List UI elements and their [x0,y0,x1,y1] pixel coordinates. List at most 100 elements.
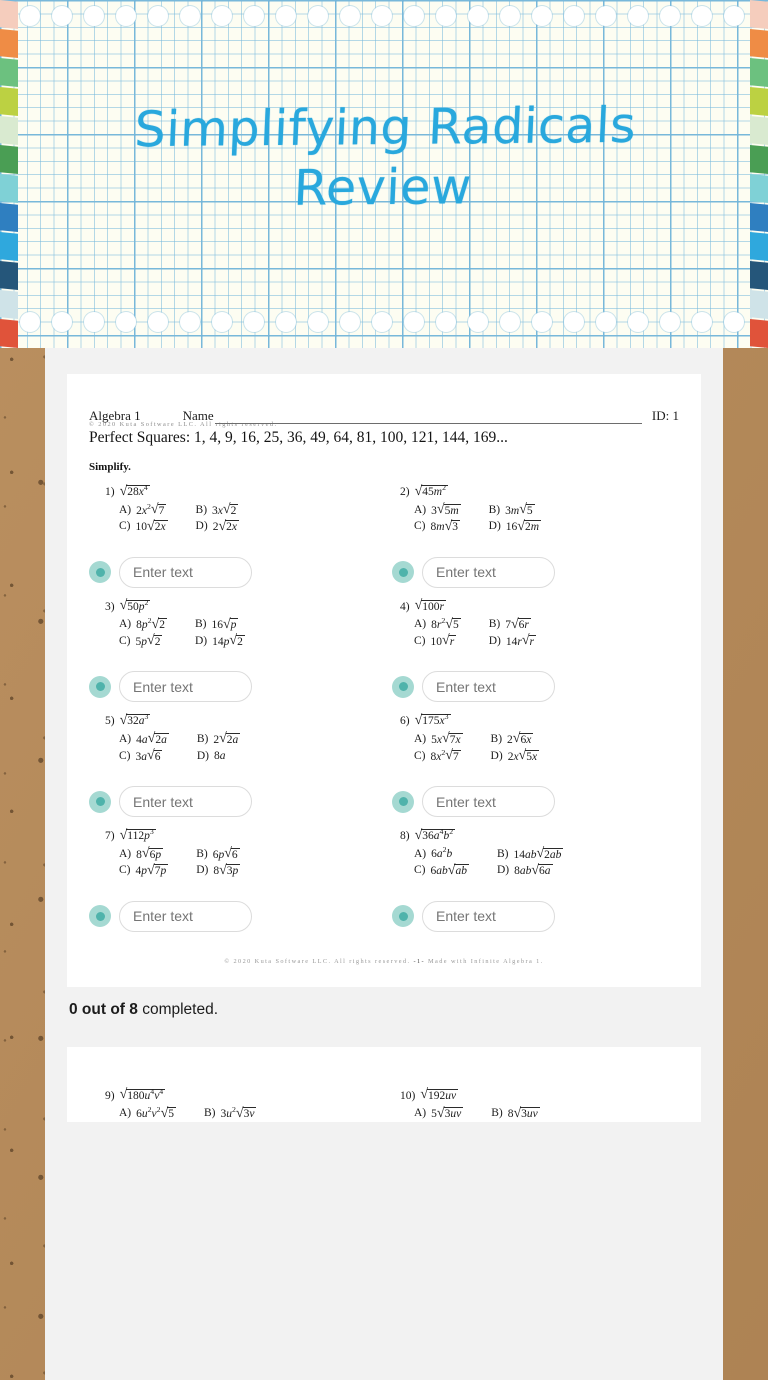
answer-choice[interactable]: A) 8p2 √ 2 [119,616,167,633]
answer-choice[interactable]: C) 5p √ 2 [119,634,167,650]
worksheet-id-label: ID: 1 [651,408,679,423]
answer-choice[interactable]: D) 8 √ 3p [196,863,241,879]
answer-choice[interactable]: D) 8a [197,750,240,765]
answer-marker-icon[interactable] [392,675,414,698]
answer-choice[interactable]: C) 10 √ 2x [119,519,168,535]
answer-marker-icon[interactable] [89,675,111,698]
choice-text: 3a √ 6 [135,748,163,763]
choice-label: C) [414,864,426,877]
problem-expression: √ 192uv [420,1087,459,1103]
answer-choice[interactable]: A) 4a √ 2a [119,731,169,748]
problem-statement: 2) √ 45m2 [384,484,673,501]
answer-choice[interactable]: A) 6a2b [414,845,469,863]
answer-choice[interactable]: D) 14p √ 2 [195,633,245,650]
answer-marker-icon[interactable] [89,905,111,928]
answer-choice[interactable]: B) 14ab √ 2ab [497,847,564,863]
answer-choice[interactable]: C) 6ab √ ab [414,862,469,879]
answer-choice[interactable]: A) 6u2v2 √ 5 [119,1105,176,1122]
answer-choice[interactable]: B) 3m √ 5 [489,503,541,519]
problem-statement: 1) √ 28x4 [89,483,378,501]
answer-text-input[interactable] [119,671,252,703]
answer-choice[interactable]: B) 2 √ 6x [491,732,540,748]
choice-text: 2 √ 2a [213,731,241,747]
answer-choice[interactable]: A) 8 √ 6p [119,847,168,863]
choice-text: 8x2 √ 7 [430,747,461,763]
answer-choice[interactable]: D) 16 √ 2m [489,519,542,535]
answer-choices: A) 6a2b B) 14ab √ 2ab C) 6ab √ ab D) 8ab √ 6a [384,845,673,879]
choice-text: 6u2v2 √ 5 [136,1105,176,1121]
choice-label: A) [119,1107,132,1120]
problem-number: 5) [105,715,115,728]
answer-marker-icon[interactable] [392,561,414,584]
answer-choice[interactable]: C) 8m √ 3 [414,519,461,535]
answer-choice[interactable]: B) 6p √ 6 [196,847,240,863]
choice-label: B) [195,503,208,516]
answer-text-input[interactable] [422,556,555,588]
answer-text-input[interactable] [119,556,252,588]
worksheet-scroll-column[interactable]: Algebra 1 Name ID: 1 © 2020 Kuta Softwar… [45,348,723,1380]
answer-choice[interactable]: B) 8 √ 3uv [491,1106,540,1122]
choice-text: 10 √ r [430,633,457,649]
copyright-bottom: © 2020 Kuta Software LLC. All rights res… [89,932,679,977]
problem-number: 3) [105,600,115,613]
answer-choice[interactable]: D) 2x √ 5x [491,748,540,765]
choice-text: 5x √ 7x [431,731,463,747]
answer-choice[interactable]: A) 5 √ 3uv [414,1106,464,1122]
problem-expression: √ 28x4 [119,483,150,499]
answer-choice[interactable]: A) 3 √ 5m [414,502,461,519]
answer-choice[interactable]: B) 2 √ 2a [197,731,241,748]
answer-text-input[interactable] [422,671,555,703]
problem-7: 7) √ 112p3 A) 8 √ 6p B) 6p √ 6 C) 4p √ 7p D) 8 √ 3p [89,828,384,879]
answer-marker-icon[interactable] [89,790,111,813]
directions-label: Simplify. [89,461,131,473]
name-label: Name [182,408,214,423]
problem-number: 8) [400,830,410,843]
answer-choice[interactable]: C) 4p √ 7p [119,863,169,879]
choice-text: 2x √ 5x [507,748,540,763]
answer-input-row [89,786,679,818]
progress-status: 0 out of 8 completed. [45,987,723,1019]
answer-choice[interactable]: D) 2 √ 2x [196,519,239,535]
choice-label: C) [119,864,131,877]
answer-choice[interactable]: D) 14r √ r [489,634,537,650]
choice-text: 8p2 √ 2 [136,616,167,632]
choice-text: 6ab √ ab [430,862,469,878]
answer-text-input[interactable] [422,900,555,932]
answer-choices: A) 6u2v2 √ 5 B) 3u2 √ 3v [89,1105,378,1122]
choice-label: B) [491,1107,503,1120]
answer-choice[interactable]: B) 7 √ 6r [489,617,536,633]
problem-4: 4) √ 100r A) 8r2 √ 5 B) 7 √ 6r C) 10 √ r D) 14r √ r [384,599,679,650]
problem-number: 10) [400,1089,416,1102]
choice-label: C) [119,520,131,533]
answer-choice[interactable]: B) 3x √ 2 [195,502,239,519]
answer-choice[interactable]: A) 2x2 √ 7 [119,502,168,519]
choice-text: 3 √ 5m [431,502,461,518]
choice-text: 4a √ 2a [136,731,169,747]
answer-entry [384,671,679,703]
answer-choices: A) 3 √ 5m B) 3m √ 5 C) 8m √ 3 D) 16 √ 2m [384,502,673,535]
problem-number: 2) [400,486,410,498]
answer-choice[interactable]: C) 10 √ r [414,633,461,650]
answer-choice[interactable]: C) 3a √ 6 [119,748,169,765]
answer-choice[interactable]: D) 8ab √ 6a [497,863,563,879]
answer-marker-icon[interactable] [392,905,414,928]
answer-choice[interactable]: A) 5x √ 7x [414,731,463,748]
answer-text-input[interactable] [119,900,252,932]
answer-choices: A) 8p2 √ 2 B) 16 √ p C) 5p √ 2 D) 14p √ 2 [89,616,378,650]
answer-text-input[interactable] [119,786,252,818]
answer-choice[interactable]: B) 3u2 √ 3v [204,1106,257,1122]
problem-statement: 7) √ 112p3 [89,828,378,845]
problem-row: 3) √ 50p2 A) 8p2 √ 2 B) 16 √ p C) 5p √ 2 D) 14p √ 2 4) √ 100r… [89,598,679,650]
problem-number: 6) [400,715,410,728]
choice-text: 14p √ 2 [212,633,245,649]
problem-number: 4) [400,600,410,613]
answer-text-input[interactable] [422,786,555,818]
answer-choice[interactable]: A) 8r2 √ 5 [414,617,461,633]
answer-marker-icon[interactable] [89,561,111,584]
choice-text: 3x √ 2 [212,502,239,518]
answer-marker-icon[interactable] [392,790,414,813]
answer-choice[interactable]: B) 16 √ p [195,617,245,633]
choice-label: A) [414,618,427,631]
answer-choices: A) 5x √ 7x B) 2 √ 6x C) 8x2 √ 7 D) 2x √ 5x [384,731,673,765]
answer-choice[interactable]: C) 8x2 √ 7 [414,747,463,765]
